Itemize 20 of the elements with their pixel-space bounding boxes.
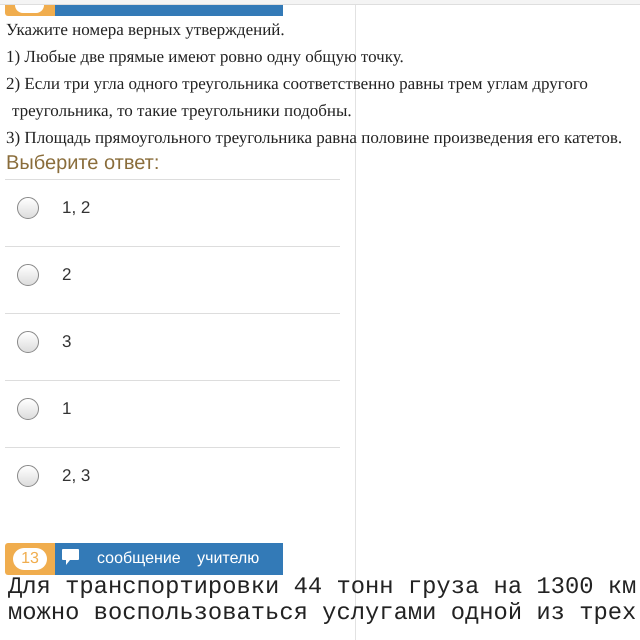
option-label: 1 bbox=[62, 398, 72, 420]
question-prompt: Укажите номера верных утверждений. bbox=[6, 19, 286, 41]
statement-text: 1) Любые две прямые имеют ровно одну общую точку. bbox=[6, 46, 405, 68]
statement-text: 3) Площадь прямоугольного треугольника равна половине произведения его катетов. bbox=[6, 127, 624, 149]
statement-text: 2) Если три угла одного треугольника соответственно равны трем углам другого треугольника, то такие треугольники подобны. bbox=[6, 73, 589, 122]
speech-bubble-icon bbox=[62, 549, 79, 565]
radio-button[interactable] bbox=[17, 465, 39, 487]
question-number-badge: 13 bbox=[13, 548, 47, 570]
option-label: 1, 2 bbox=[62, 197, 90, 219]
message-teacher-button[interactable]: сообщение учителю bbox=[55, 543, 283, 575]
answer-prompt: Выберите ответ: bbox=[6, 152, 160, 174]
radio-button[interactable] bbox=[17, 331, 39, 353]
option-label: 2 bbox=[62, 264, 72, 286]
option-label: 2, 3 bbox=[62, 465, 90, 487]
option-label: 3 bbox=[62, 331, 72, 353]
radio-button[interactable] bbox=[17, 197, 39, 219]
radio-button[interactable] bbox=[17, 398, 39, 420]
task-text: Для транспортировки 44 тонн груза на 1300 км можно воспользоваться услугами одной из трех bbox=[8, 575, 638, 627]
question-number-badge bbox=[15, 5, 44, 13]
radio-button[interactable] bbox=[17, 264, 39, 286]
